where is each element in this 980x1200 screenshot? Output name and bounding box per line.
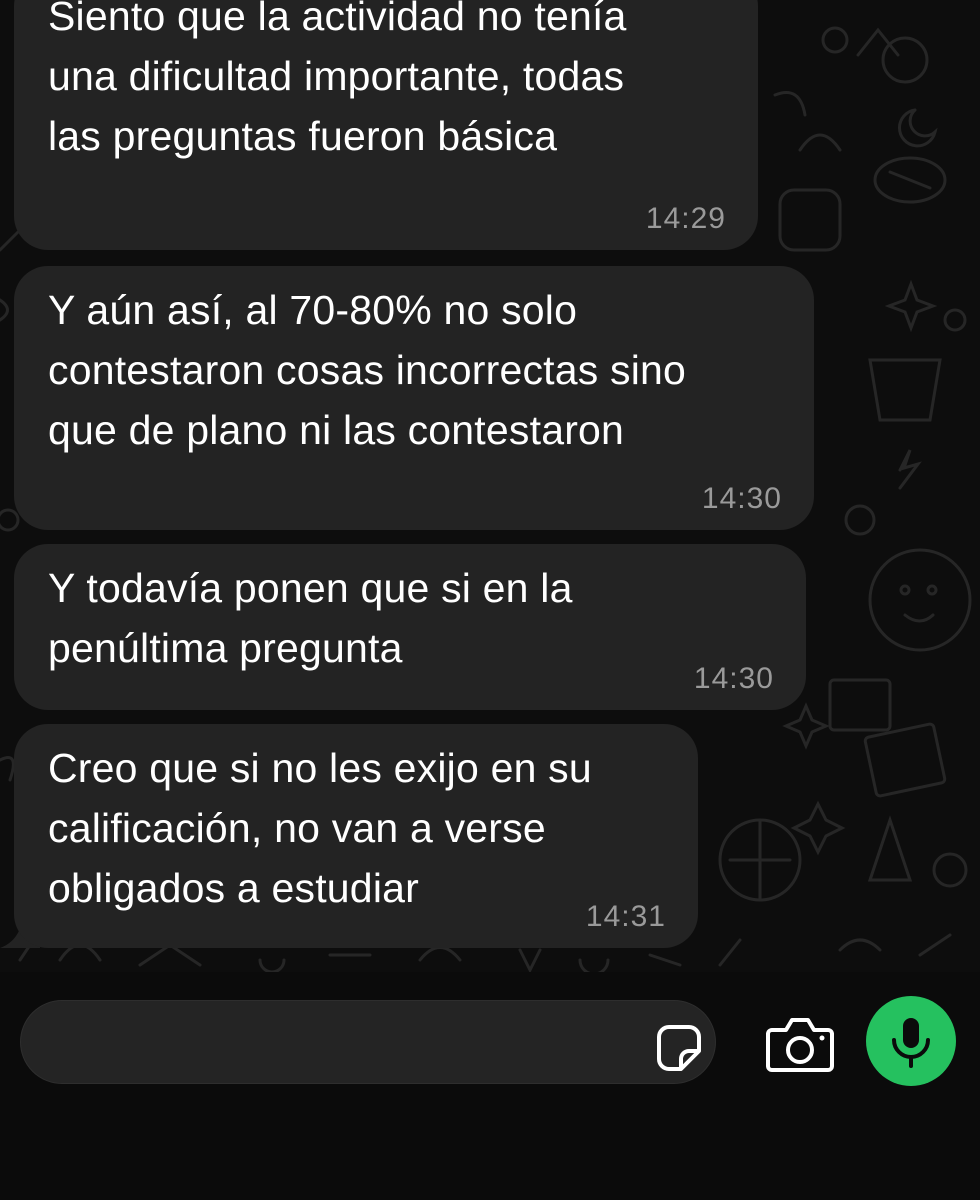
message-composer <box>0 972 980 1200</box>
message-timestamp: 14:30 <box>693 662 774 695</box>
message-text: Y todavía ponen que si en la penúltima p… <box>48 565 573 671</box>
microphone-button[interactable] <box>866 996 956 1086</box>
message-input-container[interactable] <box>20 1000 716 1085</box>
message-timestamp: 14:31 <box>585 900 666 933</box>
microphone-icon <box>892 1018 930 1068</box>
message-bubble[interactable]: Y todavía ponen que si en la penúltima p… <box>14 544 806 710</box>
message-bubble[interactable]: Y aún así, al 70-80% no solo contestaron… <box>14 266 814 530</box>
message-timestamp: 14:29 <box>645 202 726 235</box>
message-input[interactable] <box>49 1001 623 1085</box>
message-text: Y aún así, al 70-80% no solo contestaron… <box>48 287 687 453</box>
message-bubble[interactable]: Siento que la actividad no tenía una dif… <box>14 0 758 250</box>
camera-icon[interactable] <box>764 1014 836 1076</box>
message-text: Siento que la actividad no tenía una dif… <box>48 0 627 159</box>
message-bubble[interactable]: Creo que si no les exijo en su calificac… <box>14 724 698 948</box>
message-text: Creo que si no les exijo en su calificac… <box>48 745 592 911</box>
message-timestamp: 14:30 <box>701 482 782 515</box>
sticker-icon[interactable] <box>649 1019 709 1079</box>
chat-area: Siento que la actividad no tenía una dif… <box>0 0 980 972</box>
